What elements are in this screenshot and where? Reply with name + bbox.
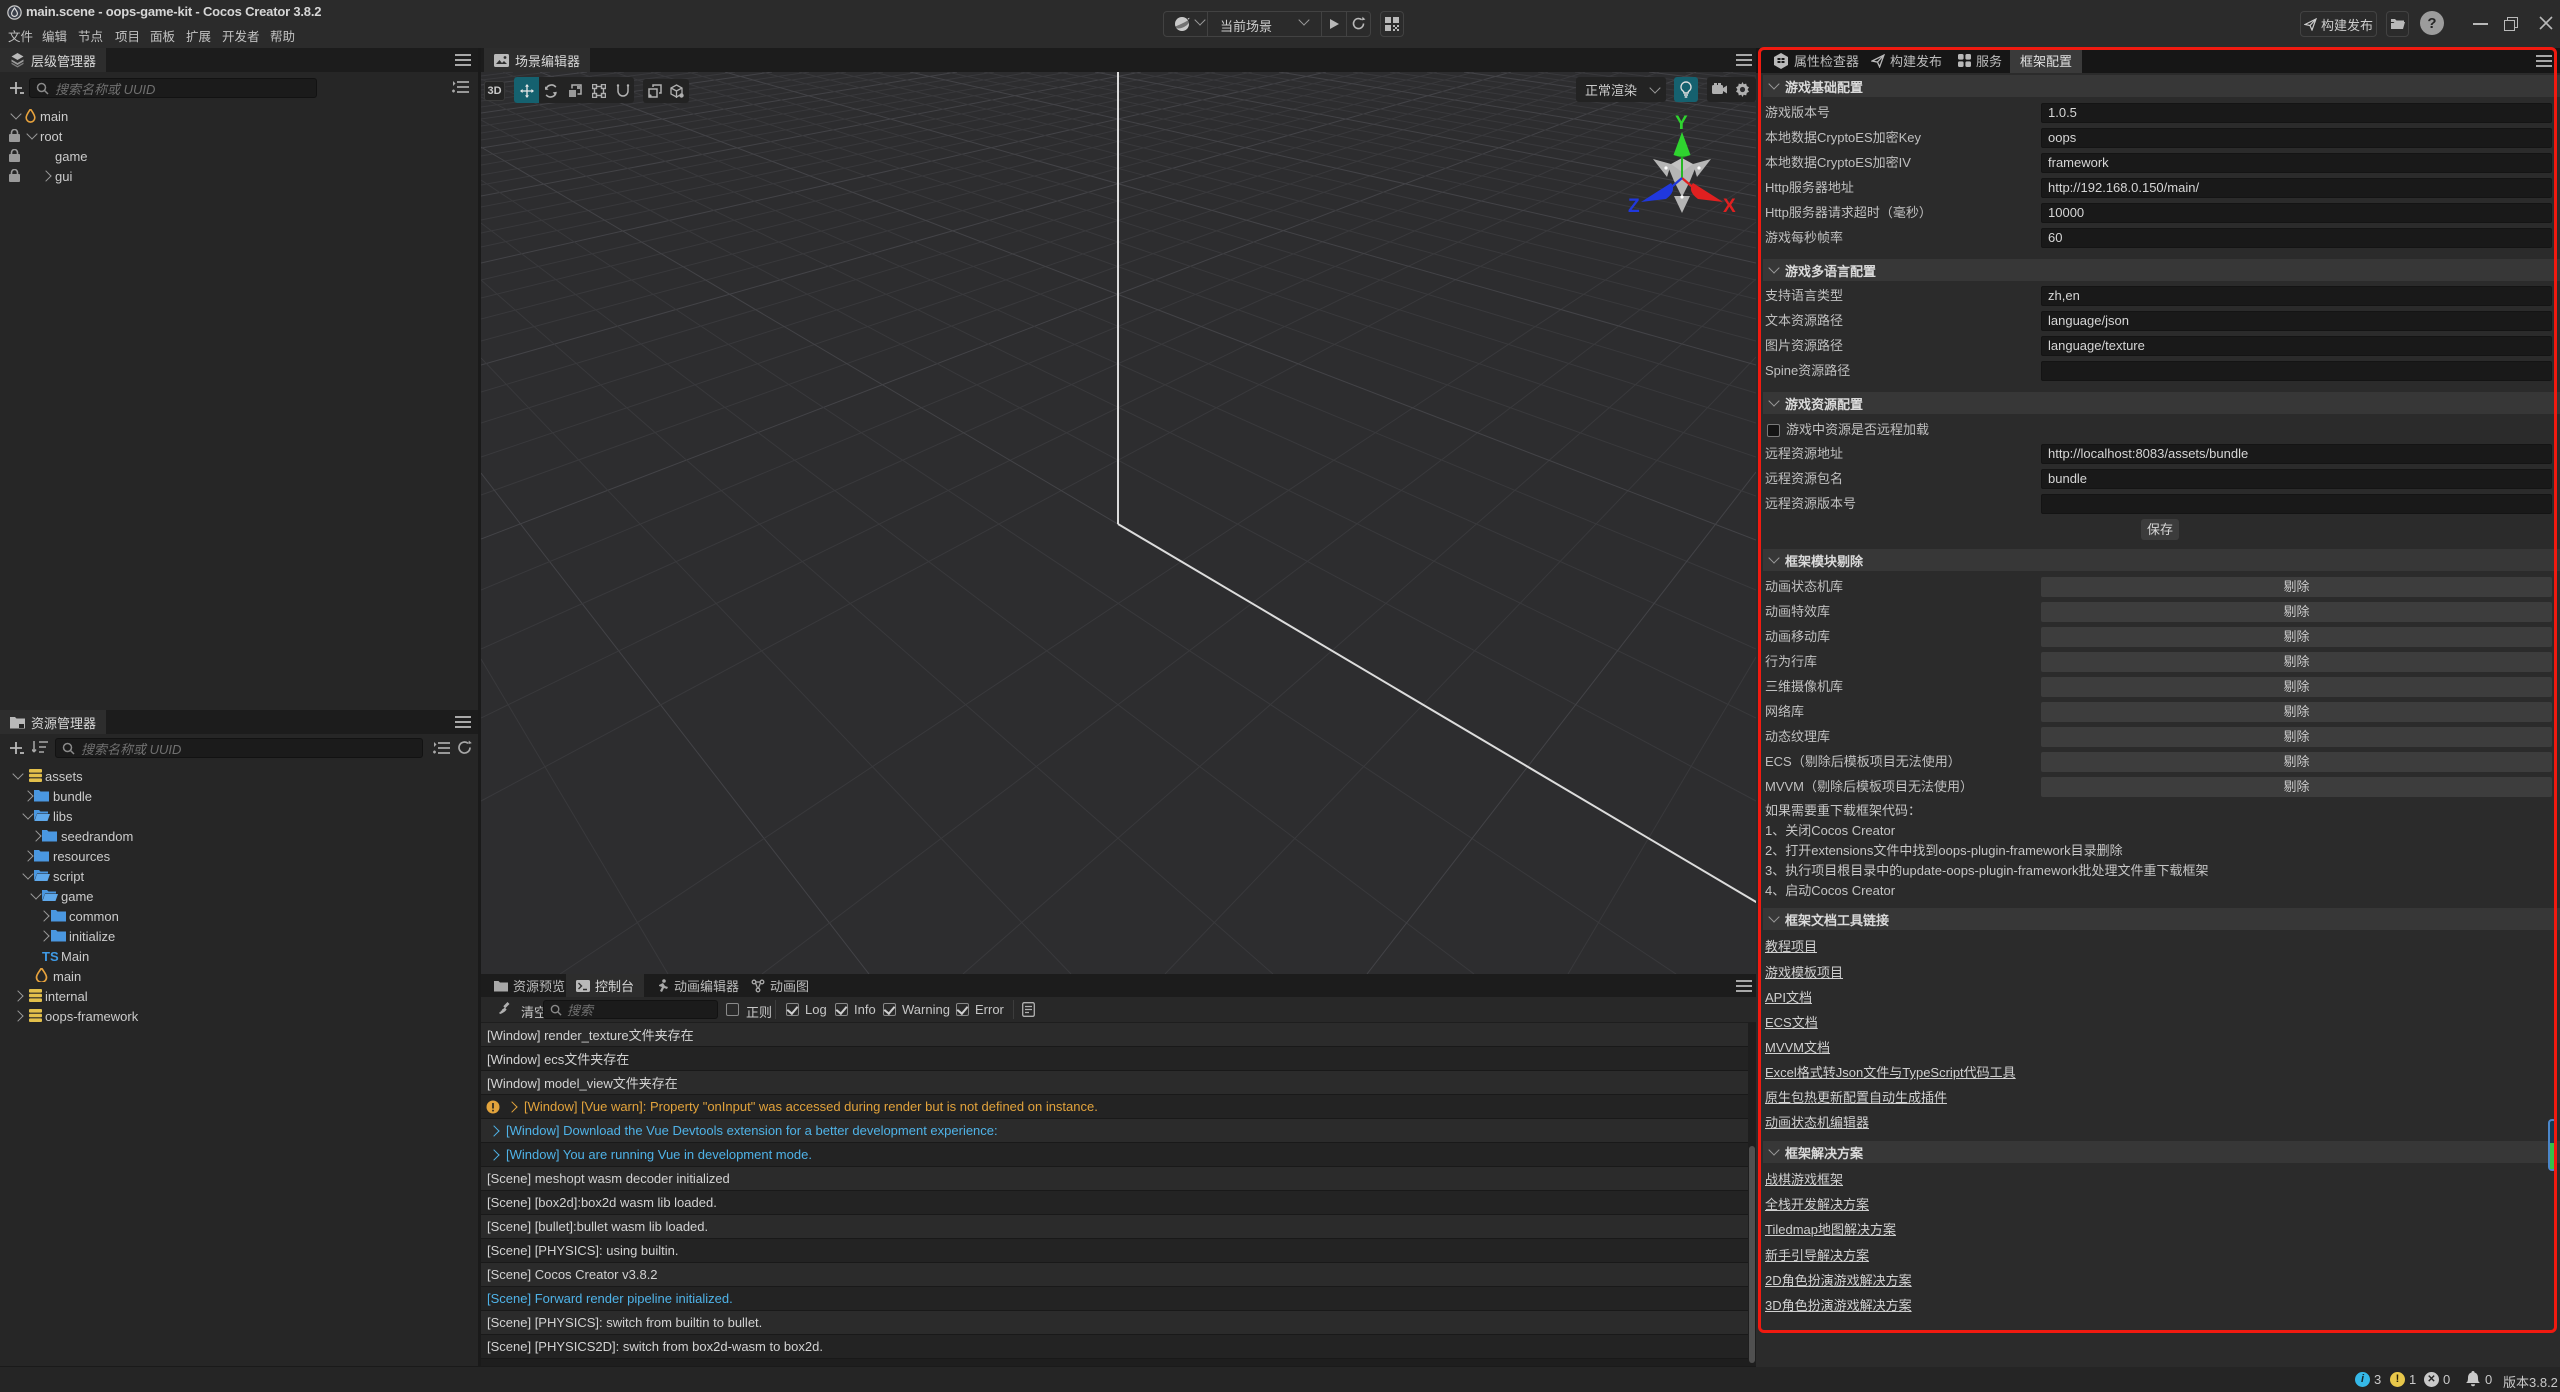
svg-text:Z: Z [1628, 196, 1640, 217]
svg-text:Y: Y [1675, 113, 1688, 134]
svg-text:X: X [1723, 196, 1736, 217]
